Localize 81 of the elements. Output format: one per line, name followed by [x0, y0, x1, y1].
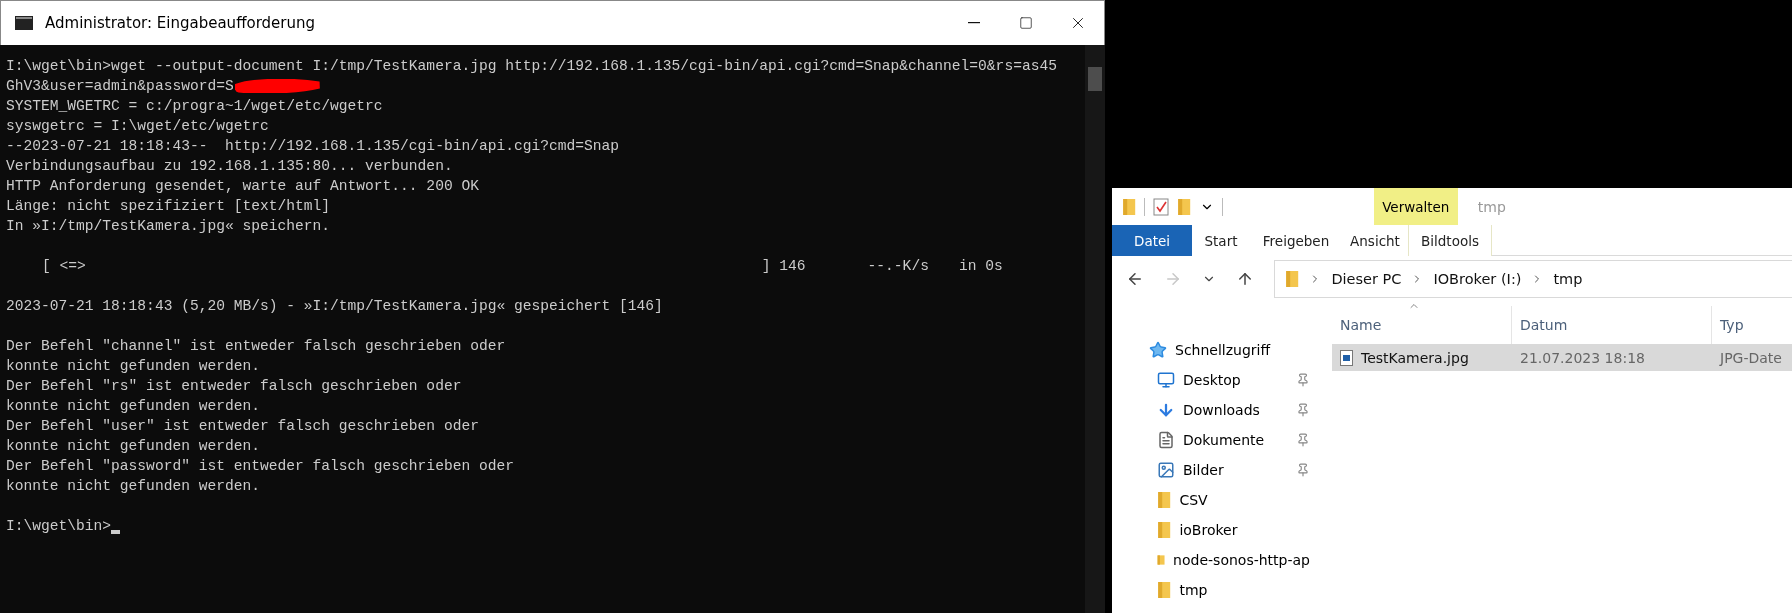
- column-header[interactable]: Typ: [1712, 306, 1792, 344]
- sidebar-item[interactable]: tmp: [1112, 575, 1310, 605]
- pin-icon: [1296, 463, 1310, 477]
- document-icon: [1157, 431, 1175, 449]
- breadcrumb-item[interactable]: tmp: [1553, 271, 1583, 287]
- sidebar-label: node-sonos-http-ap: [1173, 552, 1310, 568]
- console-line: SYSTEM_WGETRC = c:/progra~1/wget/etc/wgetrc: [6, 97, 383, 116]
- scrollbar[interactable]: [1085, 45, 1105, 613]
- console-line: syswgetrc = I:\wget/etc/wgetrc: [6, 117, 269, 136]
- progress-bar-text: [ <=>: [42, 257, 86, 276]
- command-prompt: I:\wget\bin>: [6, 517, 112, 536]
- sidebar-item[interactable]: Dokumente: [1112, 425, 1310, 455]
- sidebar-item[interactable]: Downloads: [1112, 395, 1310, 425]
- file-date: 21.07.2023 18:18: [1519, 349, 1646, 366]
- sidebar-label: Desktop: [1183, 372, 1241, 388]
- ribbon-tab[interactable]: Datei: [1112, 225, 1192, 256]
- sidebar-item[interactable]: node-sonos-http-ap: [1112, 545, 1310, 575]
- breadcrumb-item[interactable]: Dieser PC: [1331, 271, 1402, 287]
- elapsed-time: in 0s: [958, 257, 1003, 276]
- picture-icon: [1157, 461, 1175, 479]
- console-line: Verbindungsaufbau zu 192.168.1.135:80... verbunden.: [6, 157, 453, 176]
- console-line: Der Befehl "rs" ist entweder falsch geschrieben oder: [6, 377, 462, 396]
- console-line: --2023-07-21 18:18:43-- http://192.168.1.135/cgi-bin/api.cgi?cmd=Snap: [6, 137, 620, 156]
- sidebar-label: Dokumente: [1183, 432, 1265, 448]
- sidebar-item[interactable]: Desktop: [1112, 365, 1310, 395]
- sidebar-item[interactable]: CSV: [1112, 485, 1310, 515]
- window-title: tmp: [1477, 198, 1506, 215]
- pin-icon: [1296, 373, 1310, 387]
- received-bytes: ] 146: [761, 257, 806, 276]
- window-title: Administrator: Eingabeaufforderung: [45, 14, 316, 32]
- folder-icon: [1157, 491, 1172, 509]
- pin-icon: [1296, 433, 1310, 447]
- console-line: 2023-07-21 18:18:43 (5,20 MB/s) - »I:/tmp/TestKamera.jpg« gespeichert [146]: [6, 297, 663, 316]
- sidebar-item[interactable]: Bilder: [1112, 455, 1310, 485]
- sidebar-label: Schnellzugriff: [1175, 342, 1271, 358]
- console-line: konnte nicht gefunden werden.: [6, 477, 260, 496]
- sidebar-label: ioBroker: [1179, 522, 1238, 538]
- folder-icon: [1177, 197, 1192, 216]
- folder-icon: [1157, 521, 1172, 539]
- file-type: JPG-Date: [1718, 349, 1783, 366]
- folder-icon: [1157, 581, 1172, 599]
- checkmark-icon[interactable]: [1153, 197, 1170, 216]
- folder-icon: [1285, 270, 1300, 288]
- file-row[interactable]: TestKamera.jpg 21.07.2023 18:18 JPG-Date: [1332, 344, 1792, 371]
- star-icon: [1149, 341, 1167, 359]
- file-name: TestKamera.jpg: [1361, 349, 1469, 366]
- minimize-icon: [968, 22, 980, 24]
- ribbon-tab[interactable]: Bildtools: [1408, 225, 1492, 256]
- breadcrumb-item[interactable]: IOBroker (I:): [1433, 271, 1522, 287]
- console-line: GhV3&user=admin&password=S: [6, 77, 234, 96]
- pin-icon: [1296, 403, 1310, 417]
- forward-button[interactable]: [1164, 270, 1182, 288]
- arrow-right-icon: [1164, 270, 1182, 288]
- transfer-speed: --.-K/s: [867, 257, 929, 276]
- text-cursor: [111, 530, 121, 534]
- monitor-icon: [1157, 371, 1175, 389]
- sidebar-label: tmp: [1179, 582, 1208, 598]
- back-button[interactable]: [1126, 270, 1144, 288]
- console-line: Der Befehl "password" ist entweder falsch geschrieben oder: [6, 457, 514, 476]
- address-bar[interactable]: Dieser PC IOBroker (I:) tmp: [1274, 260, 1792, 298]
- sidebar-label: Bilder: [1183, 462, 1224, 478]
- sidebar-item[interactable]: ioBroker: [1112, 515, 1310, 545]
- console-line: Der Befehl "channel" ist entweder falsch geschrieben oder: [6, 337, 506, 356]
- image-file-icon: [1340, 349, 1353, 366]
- console-line: In »I:/tmp/TestKamera.jpg« speichern.: [6, 217, 331, 236]
- scrollbar-thumb[interactable]: [1088, 67, 1102, 91]
- sidebar-item[interactable]: Schnellzugriff: [1112, 335, 1310, 365]
- console-line: Der Befehl "user" ist entweder falsch geschrieben oder: [6, 417, 479, 436]
- sidebar-label: Downloads: [1183, 402, 1260, 418]
- terminal-icon: [15, 16, 33, 30]
- console-line: I:\wget\bin>wget --output-document I:/tmp/TestKamera.jpg http://192.168.1.135/cgi-bin/api.cgi?cmd=Snap&channel=0&rs=as45: [6, 57, 1057, 76]
- maximize-icon: [1019, 16, 1033, 30]
- up-button[interactable]: [1236, 270, 1254, 288]
- console-line: konnte nicht gefunden werden.: [6, 357, 260, 376]
- download-icon: [1157, 401, 1175, 419]
- sidebar-label: CSV: [1179, 492, 1208, 508]
- console-line: Länge: nicht spezifiziert [text/html]: [6, 197, 331, 216]
- console-line: HTTP Anforderung gesendet, warte auf Antwort... 200 OK: [6, 177, 479, 196]
- console-line: konnte nicht gefunden werden.: [6, 397, 260, 416]
- folder-icon: [1122, 197, 1137, 216]
- console-line: konnte nicht gefunden werden.: [6, 437, 260, 456]
